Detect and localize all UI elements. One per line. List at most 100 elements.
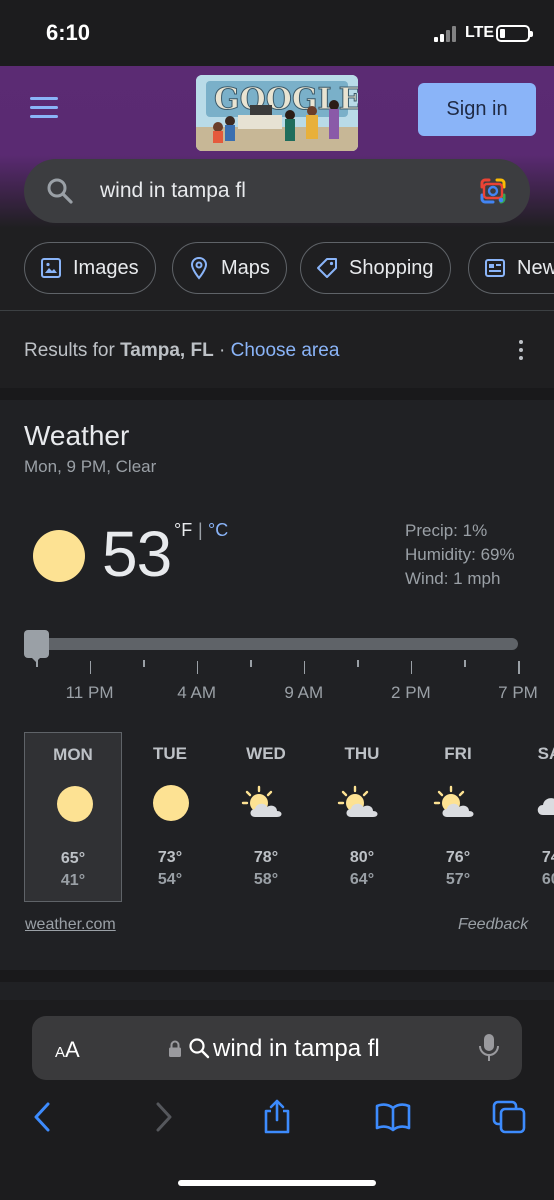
reader-options-button[interactable]: AA <box>55 1037 80 1063</box>
map-pin-icon <box>190 256 208 280</box>
results-prefix: Results for <box>24 340 121 361</box>
results-separator: · <box>213 340 231 361</box>
weather-title: Weather <box>24 420 130 451</box>
timeline-tick <box>36 660 38 667</box>
partly-cloudy-icon <box>335 785 385 821</box>
forecast-day-sat[interactable]: SAT 74° 60° <box>505 732 554 902</box>
weather-source-link[interactable]: weather.com <box>25 916 116 934</box>
low-temp: 54° <box>157 871 183 888</box>
precip-value: Precip: 1% <box>405 521 488 540</box>
timeline-tick <box>410 661 413 674</box>
news-icon <box>485 259 505 277</box>
timeline-slider-handle[interactable] <box>24 630 49 662</box>
google-lens-icon[interactable] <box>478 176 508 206</box>
chip-label: Maps <box>221 256 270 279</box>
chip-label: News <box>517 256 554 279</box>
signal-icon <box>434 26 460 42</box>
timeline-tick <box>250 660 252 667</box>
timeline-tick <box>464 660 466 667</box>
high-temp: 65° <box>60 850 86 867</box>
timeline-label: 9 AM <box>284 683 324 702</box>
timeline-tick <box>518 661 520 674</box>
day-name: SAT <box>537 744 554 763</box>
results-for-location: Results for Tampa, FL · Choose area <box>24 340 339 362</box>
weather-subtitle: Mon, 9 PM, Clear <box>24 457 157 476</box>
bookmarks-icon[interactable] <box>374 1098 412 1136</box>
status-bar: 6:10 LTE <box>0 0 554 66</box>
partly-cloudy-icon <box>431 785 481 821</box>
timeline-label: 11 PM <box>65 683 114 702</box>
sun-icon <box>57 786 93 822</box>
forecast-day-fri[interactable]: FRI 76° 57° <box>409 732 507 902</box>
current-temperature: 53 <box>102 518 172 590</box>
forecast-day-mon[interactable]: MON 65° 41° <box>24 732 122 902</box>
timeline-tick <box>89 661 92 674</box>
timeline-tick <box>303 661 306 674</box>
timeline-label: 4 AM <box>177 683 217 702</box>
chip-images[interactable]: Images <box>24 242 156 294</box>
section-gap <box>0 970 554 982</box>
weather-stats: Precip: 1% Humidity: 69% Wind: 1 mph <box>405 519 515 591</box>
section-gap <box>0 388 554 400</box>
humidity-value: Humidity: 69% <box>405 545 515 564</box>
search-query-text: wind in tampa fl <box>100 179 246 202</box>
wind-value: Wind: 1 mph <box>405 569 501 588</box>
hamburger-menu-icon[interactable] <box>30 97 58 119</box>
results-location: Tampa, FL <box>120 340 214 361</box>
choose-area-link[interactable]: Choose area <box>231 340 340 361</box>
url-text: wind in tampa fl <box>213 1035 380 1062</box>
low-temp: 57° <box>445 871 471 888</box>
tag-icon <box>317 258 337 278</box>
timeline-label: 2 PM <box>391 683 431 702</box>
unit-fahrenheit[interactable]: °F <box>174 520 192 541</box>
sun-icon <box>153 785 189 821</box>
search-input[interactable]: wind in tampa fl <box>24 159 530 223</box>
home-indicator[interactable] <box>178 1180 376 1186</box>
share-icon[interactable] <box>258 1098 296 1136</box>
high-temp: 76° <box>445 849 471 866</box>
image-icon <box>41 258 61 278</box>
chip-maps[interactable]: Maps <box>172 242 287 294</box>
low-temp: 58° <box>253 871 279 888</box>
day-name: FRI <box>444 744 472 763</box>
forecast-day-tue[interactable]: TUE 73° 54° <box>121 732 219 902</box>
back-icon[interactable] <box>24 1098 62 1136</box>
microphone-icon[interactable] <box>478 1033 500 1063</box>
divider <box>0 310 554 311</box>
page: 6:10 LTE GOOGLE Sign in wind in tampa fl… <box>0 0 554 1200</box>
forward-icon[interactable] <box>144 1098 182 1136</box>
chip-shopping[interactable]: Shopping <box>300 242 451 294</box>
search-icon <box>47 178 73 204</box>
low-temp: 60° <box>541 871 554 888</box>
forecast-day-thu[interactable]: THU 80° 64° <box>313 732 411 902</box>
low-temp: 41° <box>60 872 86 889</box>
google-doodle-logo[interactable]: GOOGLE <box>196 75 358 151</box>
cloud-icon <box>531 785 554 821</box>
timeline-tick <box>196 661 199 674</box>
high-temp: 73° <box>157 849 183 866</box>
chip-label: Images <box>73 256 139 279</box>
aa-small: A <box>55 1044 66 1061</box>
lock-icon <box>169 1040 181 1057</box>
forecast-day-wed[interactable]: WED 78° 58° <box>217 732 315 902</box>
timeline-tick <box>143 660 145 667</box>
sun-icon <box>33 530 85 582</box>
battery-icon <box>496 25 533 42</box>
more-options-icon[interactable] <box>518 340 524 360</box>
partly-cloudy-icon <box>239 785 289 821</box>
search-icon <box>189 1038 210 1059</box>
timeline-slider-track[interactable] <box>30 638 518 650</box>
doodle-illustration: GOOGLE <box>196 75 358 151</box>
unit-celsius[interactable]: °C <box>208 520 228 541</box>
day-name: TUE <box>153 744 187 763</box>
tabs-icon[interactable] <box>490 1098 528 1136</box>
day-name: THU <box>344 744 380 763</box>
sign-in-button[interactable]: Sign in <box>418 83 536 136</box>
timeline-label: 7 PM <box>498 683 538 702</box>
low-temp: 64° <box>349 871 375 888</box>
aa-large: A <box>65 1037 80 1062</box>
feedback-link[interactable]: Feedback <box>458 916 528 934</box>
chip-label: Shopping <box>349 256 434 279</box>
unit-separator: | <box>198 520 203 540</box>
chip-news[interactable]: News <box>468 242 554 294</box>
